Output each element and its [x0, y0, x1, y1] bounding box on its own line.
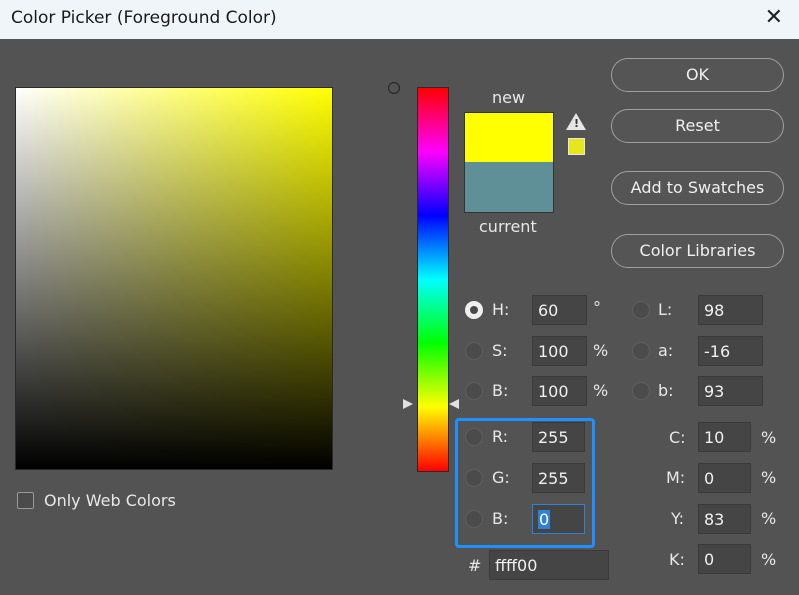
- input-g[interactable]: 255: [532, 463, 585, 493]
- radio-s[interactable]: [465, 342, 483, 360]
- color-picker-dialog: Color Picker (Foreground Color) ✕ new cu…: [0, 0, 799, 595]
- add-to-swatches-button[interactable]: Add to Swatches: [611, 171, 784, 205]
- label-b-lab: b:: [658, 381, 674, 400]
- hue-slider-right-arrow-icon[interactable]: [449, 399, 459, 409]
- only-web-colors-label[interactable]: Only Web Colors: [44, 491, 176, 510]
- unit-y: %: [761, 509, 777, 528]
- unit-c: %: [761, 428, 777, 447]
- label-s: S:: [492, 341, 508, 360]
- ok-button[interactable]: OK: [611, 58, 784, 92]
- input-m[interactable]: 0: [698, 463, 751, 493]
- warning-mark-icon: !: [574, 117, 580, 130]
- label-g: G:: [492, 468, 510, 487]
- input-k[interactable]: 0: [698, 544, 751, 574]
- color-libraries-button[interactable]: Color Libraries: [611, 234, 784, 268]
- input-r[interactable]: 255: [532, 422, 585, 452]
- radio-r[interactable]: [465, 428, 483, 446]
- radio-h[interactable]: [465, 301, 483, 319]
- label-m: M:: [666, 468, 686, 487]
- unit-s: %: [593, 341, 609, 360]
- unit-h: °: [593, 298, 601, 317]
- input-b-blue[interactable]: 0: [532, 504, 585, 534]
- unit-k: %: [761, 550, 777, 569]
- new-color-swatch: [464, 112, 554, 163]
- color-field-cursor[interactable]: [388, 82, 400, 94]
- input-c[interactable]: 10: [698, 422, 751, 452]
- input-h[interactable]: 60: [532, 295, 587, 325]
- websafe-color-icon[interactable]: [568, 138, 585, 155]
- close-icon[interactable]: ✕: [765, 7, 783, 29]
- label-b-brightness: B:: [492, 381, 509, 400]
- unit-b-brightness: %: [593, 381, 609, 400]
- radio-b-blue[interactable]: [465, 510, 483, 528]
- input-l[interactable]: 98: [698, 295, 763, 325]
- only-web-colors-checkbox[interactable]: [17, 492, 34, 509]
- hue-slider[interactable]: [417, 87, 449, 472]
- label-y: Y:: [671, 509, 685, 528]
- radio-g[interactable]: [465, 469, 483, 487]
- radio-a[interactable]: [632, 342, 650, 360]
- label-h: H:: [492, 300, 510, 319]
- label-a: a:: [658, 341, 674, 360]
- input-b-lab[interactable]: 93: [698, 376, 763, 406]
- radio-b-lab[interactable]: [632, 382, 650, 400]
- label-k: K:: [669, 550, 685, 569]
- label-b-blue: B:: [492, 509, 509, 528]
- label-r: R:: [492, 427, 509, 446]
- input-b-brightness[interactable]: 100: [532, 376, 587, 406]
- input-y[interactable]: 83: [698, 504, 751, 534]
- reset-button[interactable]: Reset: [611, 109, 784, 143]
- radio-l[interactable]: [632, 301, 650, 319]
- input-a[interactable]: -16: [698, 336, 763, 366]
- title-bar: Color Picker (Foreground Color) ✕: [0, 0, 799, 39]
- color-field[interactable]: [15, 87, 333, 470]
- current-label: current: [479, 217, 537, 236]
- input-b-blue-value: 0: [538, 510, 551, 529]
- hex-input[interactable]: ffff00: [489, 550, 609, 580]
- new-label: new: [492, 88, 526, 107]
- hex-label: #: [468, 556, 482, 575]
- input-s[interactable]: 100: [532, 336, 587, 366]
- label-c: C:: [669, 428, 686, 447]
- label-l: L:: [658, 300, 673, 319]
- hue-slider-left-arrow-icon[interactable]: [403, 399, 413, 409]
- current-color-swatch[interactable]: [464, 162, 554, 213]
- radio-b-brightness[interactable]: [465, 382, 483, 400]
- unit-m: %: [761, 468, 777, 487]
- window-title: Color Picker (Foreground Color): [11, 8, 277, 28]
